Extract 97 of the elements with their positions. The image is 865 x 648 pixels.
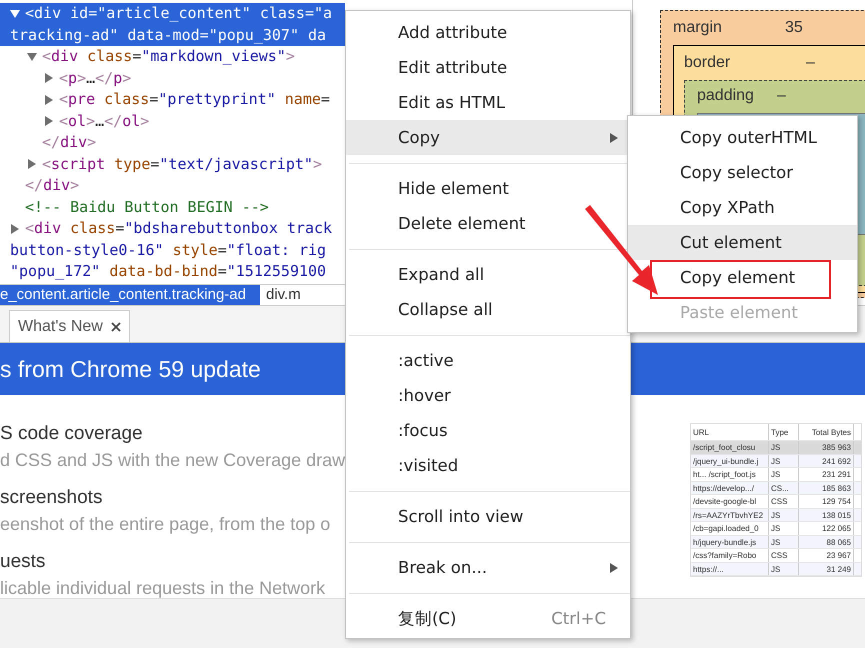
menu-item[interactable]: Scroll into view	[346, 499, 630, 534]
html-code-line: </div>	[42, 132, 96, 153]
table-cell: JS	[769, 522, 799, 534]
table-cell: 241 692	[799, 454, 854, 467]
table-cell: 385 963	[799, 441, 854, 454]
dom-node-row[interactable]: <pre class="prettyprint" name=	[0, 89, 345, 110]
feature-title[interactable]: uests	[0, 550, 345, 574]
dom-node-row[interactable]: <div id="article_content" class="a tracking-ad" data-mod="popu_307" da	[0, 3, 345, 46]
feature-title[interactable]: S code coverage	[0, 422, 345, 446]
table-cell: /devsite-google-bl	[691, 495, 769, 508]
html-code-line: <div class="bdsharebuttonbox track	[25, 218, 332, 239]
close-icon[interactable]	[110, 322, 121, 332]
html-code-line: "popu_172" data-bd-bind="1512559100	[10, 262, 326, 280]
menu-item[interactable]: Expand all	[346, 257, 630, 292]
html-code-line: button-style0-16" style="float: rig	[10, 240, 326, 258]
menu-item[interactable]: Copy XPath	[628, 190, 857, 225]
box-model-value[interactable]: –	[777, 87, 786, 105]
table-cell: /script_foot_closu	[691, 441, 769, 454]
box-model-label: margin	[673, 19, 723, 37]
html-code-line: <pre class="prettyprint" name=	[59, 89, 330, 110]
table-cell: ht... /script_foot.js	[691, 468, 769, 480]
table-cell: JS	[769, 562, 799, 575]
dom-node-row[interactable]: <div class="bdsharebuttonbox track button-style0-16" style="float: rig "popu_172" data-bd-bind="1512559100	[0, 218, 345, 282]
table-cell: 129 754	[799, 495, 854, 508]
column-header: Total Bytes	[799, 424, 854, 440]
menu-item[interactable]: :visited	[346, 448, 630, 483]
menu-item[interactable]: Copy element	[628, 260, 857, 295]
table-cell: JS	[769, 508, 799, 521]
menu-item[interactable]: Hide element	[346, 171, 630, 206]
menu-item[interactable]: :hover	[346, 378, 630, 413]
table-cell: 138 015	[799, 508, 854, 521]
feature-description: eenshot of the entire page, from the top o	[0, 513, 332, 536]
table-cell: /rs=AAZYrTbvhYE2	[691, 508, 769, 521]
breadcrumb[interactable]: e_content.article_content.tracking-ad	[0, 285, 260, 305]
table-cell: 88 065	[799, 536, 854, 548]
drawer-tab[interactable]: What's New	[9, 310, 130, 342]
menu-item[interactable]: :active	[346, 343, 630, 378]
table-cell: h/jquery-bundle.js	[691, 536, 769, 548]
dom-node-row[interactable]: <ol>…</ol>	[0, 110, 345, 132]
feature-description: d CSS and JS with the new Coverage draw	[0, 449, 345, 472]
table-cell: CSS	[769, 495, 799, 508]
menu-item[interactable]: Delete element	[346, 206, 630, 241]
menu-item[interactable]: Cut element	[628, 225, 857, 260]
dom-node-row[interactable]: <div class="markdown_views">	[0, 46, 345, 68]
box-model-label: border	[684, 54, 732, 72]
expanded-triangle-icon[interactable]	[27, 52, 37, 62]
feature-description: licable individual requests in the Network	[0, 577, 326, 598]
table-cell: https://develop.../	[691, 482, 769, 494]
html-code-line: <ol>…</ol>	[59, 110, 150, 132]
menu-item[interactable]: Copy selector	[628, 155, 857, 190]
table-cell: JS	[769, 536, 799, 548]
table-cell: /css?family=Robo	[691, 549, 769, 562]
menu-item[interactable]: Copy	[346, 120, 630, 155]
html-code-line: <!-- Baidu Button BEGIN -->	[25, 196, 269, 218]
menu-item[interactable]: :focus	[346, 413, 630, 448]
html-code-line: <script type="text/javascript">	[42, 154, 322, 174]
menu-item[interactable]: Edit attribute	[346, 50, 630, 85]
menu-item[interactable]: Break on...	[346, 550, 630, 585]
dom-node-row[interactable]: <p>…</p>	[0, 68, 345, 89]
table-cell: 122 065	[799, 522, 854, 534]
feature-title[interactable]: screenshots	[0, 486, 345, 510]
table-cell: /jquery_ui-bundle.j	[691, 454, 769, 467]
collapsed-triangle-icon[interactable]	[44, 116, 54, 126]
table-cell: 31 249	[799, 562, 854, 575]
collapsed-triangle-icon[interactable]	[10, 224, 20, 234]
box-model-value[interactable]: –	[806, 54, 815, 72]
collapsed-triangle-icon[interactable]	[44, 94, 54, 105]
table-cell: CSS	[769, 549, 799, 562]
menu-item[interactable]: Copy outerHTML	[628, 120, 857, 155]
banner-title: s from Chrome 59 update	[0, 356, 261, 382]
column-header: URL	[691, 424, 769, 440]
table-cell: CS...	[769, 482, 799, 494]
menu-item[interactable]: Add attribute	[346, 15, 630, 50]
table-cell: 231 291	[799, 468, 854, 480]
table-cell: /cb=gapi.loaded_0	[691, 522, 769, 534]
menu-item[interactable]: Edit as HTML	[346, 85, 630, 120]
box-model-value[interactable]: 35	[785, 19, 803, 37]
column-header: Type	[769, 424, 799, 440]
menu-item[interactable]: 复制(C) Ctrl+C	[346, 601, 630, 636]
table-cell: 185 863	[799, 482, 854, 494]
html-code-line: </div>	[25, 175, 80, 196]
html-code-line: <p>…</p>	[59, 68, 132, 88]
table-cell: 23 967	[799, 549, 854, 562]
breadcrumb[interactable]: div.m	[260, 285, 309, 305]
menu-item[interactable]: Collapse all	[346, 292, 630, 327]
html-code-line: <div class="markdown_views">	[42, 46, 295, 67]
dom-node-row[interactable]: <script type="text/javascript">	[0, 154, 345, 175]
html-code-line: tracking-ad" data-mod="popu_307" da	[10, 26, 326, 44]
collapsed-triangle-icon[interactable]	[27, 159, 37, 170]
expanded-triangle-icon[interactable]	[10, 8, 20, 19]
table-cell: JS	[769, 468, 799, 480]
collapsed-triangle-icon[interactable]	[44, 73, 54, 84]
box-model-label: padding	[697, 87, 755, 105]
table-cell: JS	[769, 441, 799, 454]
html-code-line: <div id="article_content" class="a	[25, 3, 332, 24]
table-cell: https://...	[691, 562, 769, 575]
table-cell: JS	[769, 454, 799, 467]
